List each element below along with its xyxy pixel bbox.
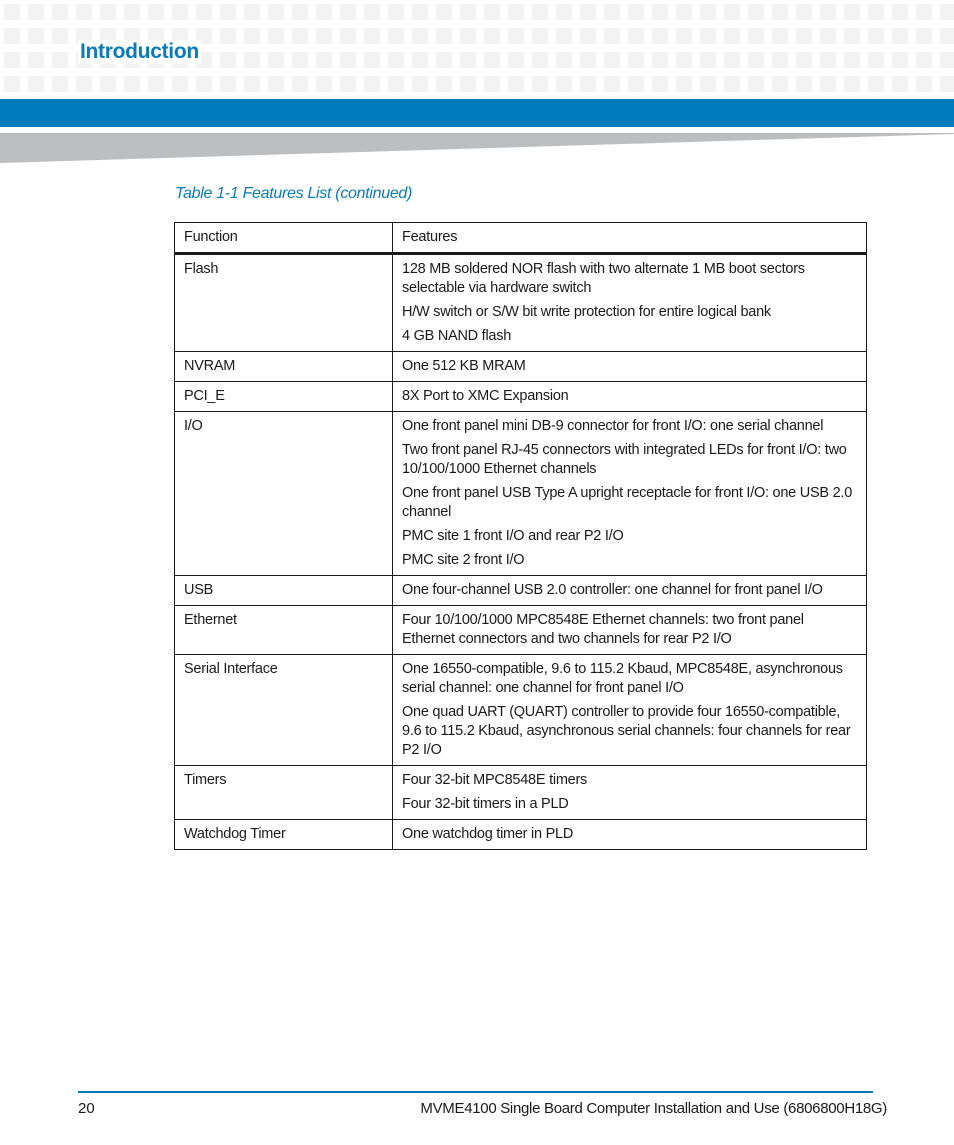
feature-item: PMC site 1 front I/O and rear P2 I/O: [402, 528, 624, 544]
feature-item: One watchdog timer in PLD: [402, 826, 574, 842]
table-row: Watchdog Timer One watchdog timer in PLD: [174, 819, 867, 850]
features-cell: Four 32-bit MPC8548E timers Four 32-bit t…: [392, 765, 867, 820]
features-cell: One watchdog timer in PLD: [392, 819, 867, 850]
feature-item: H/W switch or S/W bit write protection f…: [402, 304, 771, 320]
feature-item: One 512 KB MRAM: [402, 358, 526, 374]
section-title: Introduction: [78, 40, 201, 64]
table-row: Serial Interface One 16550-compatible, 9.…: [174, 654, 867, 766]
header-blue-band: [0, 99, 954, 127]
function-cell: NVRAM: [174, 351, 393, 382]
table-row: Flash 128 MB soldered NOR flash with two …: [174, 253, 867, 352]
features-cell: 8X Port to XMC Expansion: [392, 381, 867, 412]
features-cell: 128 MB soldered NOR flash with two alter…: [392, 253, 867, 352]
feature-item: PMC site 2 front I/O: [402, 552, 525, 568]
table-header-row: Function Features: [174, 222, 867, 255]
function-cell: Timers: [174, 765, 393, 820]
table-row: NVRAM One 512 KB MRAM: [174, 351, 867, 382]
feature-item: 8X Port to XMC Expansion: [402, 388, 569, 404]
feature-item: One front panel mini DB-9 connector for …: [402, 418, 824, 434]
table-body: Flash 128 MB soldered NOR flash with two …: [174, 253, 867, 850]
table-row: I/O One front panel mini DB-9 connector f…: [174, 411, 867, 576]
document-title: MVME4100 Single Board Computer Installat…: [420, 1100, 887, 1117]
function-cell: USB: [174, 575, 393, 606]
column-header-features: Features: [392, 222, 867, 255]
feature-item: 128 MB soldered NOR flash with two alter…: [402, 261, 805, 296]
feature-item: 4 GB NAND flash: [402, 328, 512, 344]
feature-item: One quad UART (QUART) controller to prov…: [402, 704, 851, 758]
table-row: USB One four-channel USB 2.0 controller: …: [174, 575, 867, 606]
table-caption: Table 1-1 Features List (continued): [175, 185, 413, 202]
column-header-function: Function: [174, 222, 393, 255]
feature-item: Two front panel RJ-45 connectors with in…: [402, 442, 847, 477]
feature-item: Four 32-bit MPC8548E timers: [402, 772, 588, 788]
page-number: 20: [78, 1100, 95, 1117]
function-cell: I/O: [174, 411, 393, 576]
features-cell: One 16550-compatible, 9.6 to 115.2 Kbaud…: [392, 654, 867, 766]
features-table: Function Features Flash 128 MB soldered N…: [174, 222, 867, 850]
footer-rule: [78, 1091, 873, 1093]
features-cell: One four-channel USB 2.0 controller: one…: [392, 575, 867, 606]
features-cell: One front panel mini DB-9 connector for …: [392, 411, 867, 576]
function-cell: Watchdog Timer: [174, 819, 393, 850]
feature-item: One 16550-compatible, 9.6 to 115.2 Kbaud…: [402, 661, 843, 696]
table-row: PCI_E 8X Port to XMC Expansion: [174, 381, 867, 412]
function-cell: Ethernet: [174, 605, 393, 655]
feature-item: One four-channel USB 2.0 controller: one…: [402, 582, 823, 598]
function-cell: Flash: [174, 253, 393, 352]
header-gray-wedge: [0, 133, 954, 163]
feature-item: One front panel USB Type A upright recep…: [402, 485, 853, 520]
function-cell: PCI_E: [174, 381, 393, 412]
features-cell: One 512 KB MRAM: [392, 351, 867, 382]
table-row: Ethernet Four 10/100/1000 MPC8548E Ethern…: [174, 605, 867, 655]
features-cell: Four 10/100/1000 MPC8548E Ethernet chann…: [392, 605, 867, 655]
table-row: Timers Four 32-bit MPC8548E timers Four 32…: [174, 765, 867, 820]
feature-item: Four 32-bit timers in a PLD: [402, 796, 569, 812]
function-cell: Serial Interface: [174, 654, 393, 766]
feature-item: Four 10/100/1000 MPC8548E Ethernet chann…: [402, 612, 804, 647]
